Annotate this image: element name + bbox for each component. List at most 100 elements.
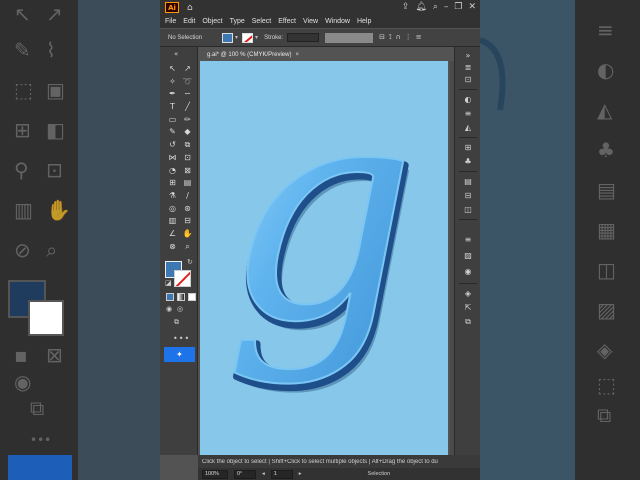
layers-icon[interactable]: ◈ — [461, 289, 475, 299]
appearance-icon[interactable]: ▨ — [461, 251, 475, 261]
screen-mode-icon[interactable]: ⧉ — [174, 318, 179, 327]
menu-help[interactable]: Help — [357, 18, 371, 25]
close-tab-icon[interactable]: × — [295, 49, 299, 61]
more-tools-icon[interactable]: ••• — [173, 334, 190, 343]
generative-recolor-button[interactable]: ✦ — [164, 347, 195, 362]
glyph-artwork[interactable]: g g g — [200, 61, 448, 455]
panel-menu-icon[interactable]: ≡ — [416, 33, 422, 42]
ghost-icon: ↗ — [46, 2, 63, 26]
none-mode-icon[interactable] — [188, 293, 196, 301]
color-panel-icon[interactable]: ◐ — [461, 95, 475, 105]
draw-behind-icon[interactable]: ◎ — [177, 305, 183, 313]
gradient-panel-icon[interactable]: ◭ — [461, 123, 475, 133]
prev-artboard-icon[interactable]: ◂ — [262, 471, 265, 477]
paintbrush-icon[interactable]: ✏ — [180, 114, 195, 127]
slice-tool-icon[interactable]: ∠ — [165, 228, 180, 241]
menu-view[interactable]: View — [303, 18, 318, 25]
print-tiling-icon[interactable]: ⊗ — [165, 241, 180, 254]
ghost-icon: ⧉ — [30, 396, 45, 420]
chevron-down-icon[interactable]: ▾ — [235, 34, 238, 41]
blend-tool-icon[interactable]: ◎ — [165, 203, 180, 216]
menu-file[interactable]: File — [165, 18, 176, 25]
collapse-icon[interactable]: « — [174, 50, 178, 58]
pathfinder-icon[interactable]: ◫ — [461, 205, 475, 215]
restore-icon[interactable]: ❐ — [454, 2, 462, 12]
divider — [459, 283, 477, 284]
swatches-icon[interactable]: ⊞ — [461, 143, 475, 153]
zoom-tool-icon[interactable]: ⌕ — [180, 241, 195, 254]
magic-wand-icon[interactable]: ✧ — [165, 76, 180, 89]
measure-tool-icon[interactable]: ∕ — [180, 190, 195, 203]
shaper-tool-icon[interactable]: ✎ — [165, 126, 180, 139]
menu-window[interactable]: Window — [325, 18, 350, 25]
direct-selection-tool-icon[interactable]: ↗ — [180, 63, 195, 76]
ghost-icon: ▪ — [14, 343, 28, 367]
align-icon[interactable]: ⊟ — [379, 33, 385, 42]
menu-effect[interactable]: Effect — [278, 18, 296, 25]
opacity-field[interactable] — [325, 32, 374, 43]
transform-panel-icon[interactable]: ▤ — [461, 177, 475, 187]
artboards-icon[interactable]: ⧉ — [461, 317, 475, 327]
zoom-field[interactable]: 100% — [202, 469, 228, 479]
graph-tool-icon[interactable]: ▥ — [165, 215, 180, 228]
search-icon[interactable]: ⌕ — [433, 2, 438, 12]
color-mode-icon[interactable] — [166, 293, 174, 301]
eraser-icon[interactable]: ◆ — [180, 126, 195, 139]
stroke-swatch[interactable] — [174, 270, 191, 287]
transform-icon[interactable]: ⟟ — [389, 33, 392, 42]
menu-object[interactable]: Object — [202, 18, 222, 25]
width-tool-icon[interactable]: ⋈ — [165, 152, 180, 165]
menu-select[interactable]: Select — [252, 18, 271, 25]
recolor-icon[interactable]: ∩ — [396, 33, 401, 42]
line-tool-icon[interactable]: ╱ — [180, 101, 195, 114]
rectangle-tool-icon[interactable]: ▭ — [165, 114, 180, 127]
gradient-mode-icon[interactable] — [177, 293, 185, 301]
mesh-tool-icon[interactable]: ⊞ — [165, 177, 180, 190]
libraries-icon[interactable]: ⊡ — [461, 75, 475, 85]
stroke-panel-icon[interactable]: ≡ — [461, 109, 475, 119]
draw-normal-icon[interactable]: ◉ — [166, 305, 172, 313]
properties-icon[interactable]: ≣ — [461, 63, 475, 73]
menu-edit[interactable]: Edit — [183, 18, 195, 25]
shape-builder-icon[interactable]: ◔ — [165, 165, 180, 178]
hand-tool-icon[interactable]: ✋ — [180, 228, 195, 241]
fill-color-swatch[interactable] — [222, 32, 234, 43]
rotation-field[interactable]: 0° — [234, 469, 256, 479]
lasso-icon[interactable]: ➰ — [180, 76, 195, 89]
gradient-tool-icon[interactable]: ▤ — [180, 177, 195, 190]
chevron-down-icon[interactable]: ▾ — [255, 34, 258, 41]
swap-colors-icon[interactable]: ↻ — [187, 258, 193, 266]
export-icon[interactable]: ⇱ — [461, 303, 475, 313]
next-artboard-icon[interactable]: ▸ — [299, 471, 302, 477]
symbols-icon[interactable]: ♣ — [461, 157, 475, 167]
selection-tool-icon[interactable]: ↖ — [165, 63, 180, 76]
artboard-tool-icon[interactable]: ⊟ — [180, 215, 195, 228]
artboard-number-field[interactable]: 1 — [270, 469, 293, 479]
align-panel-icon[interactable]: ⊟ — [461, 191, 475, 201]
free-transform-icon[interactable]: ⊡ — [180, 152, 195, 165]
collapse-panels-icon[interactable]: » — [461, 51, 475, 61]
canvas-workspace[interactable]: g g g — [198, 61, 448, 455]
more-options-icon[interactable]: ⋮ — [405, 33, 412, 42]
type-tool-icon[interactable]: T — [165, 101, 180, 114]
notification-icon[interactable]: 🔔︎ — [415, 2, 426, 12]
curvature-tool-icon[interactable]: ∽ — [180, 88, 195, 101]
document-tab[interactable]: g.ai* @ 100 % (CMYK/Preview) × — [201, 49, 305, 61]
scale-tool-icon[interactable]: ⧉ — [180, 139, 195, 152]
stroke-color-swatch[interactable] — [242, 32, 254, 43]
close-icon[interactable]: ✕ — [468, 2, 476, 12]
graphic-styles-icon[interactable]: ◉ — [461, 267, 475, 277]
eyedropper-icon[interactable]: ⚗ — [165, 190, 180, 203]
perspective-grid-icon[interactable]: ⊠ — [180, 165, 195, 178]
character-icon[interactable]: ≡ — [461, 235, 475, 245]
menu-type[interactable]: Type — [230, 18, 245, 25]
rotate-tool-icon[interactable]: ↺ — [165, 139, 180, 152]
pen-tool-icon[interactable]: ✒ — [165, 88, 180, 101]
home-icon[interactable]: ⌂ — [187, 3, 193, 13]
default-colors-icon[interactable]: ◪ — [165, 279, 172, 287]
share-icon[interactable]: ⇪ — [402, 2, 410, 12]
artboard[interactable]: g g g — [200, 61, 448, 455]
minimize-icon[interactable]: – — [444, 2, 449, 12]
stroke-weight-input[interactable] — [287, 33, 320, 42]
symbol-sprayer-icon[interactable]: ⊛ — [180, 203, 195, 216]
